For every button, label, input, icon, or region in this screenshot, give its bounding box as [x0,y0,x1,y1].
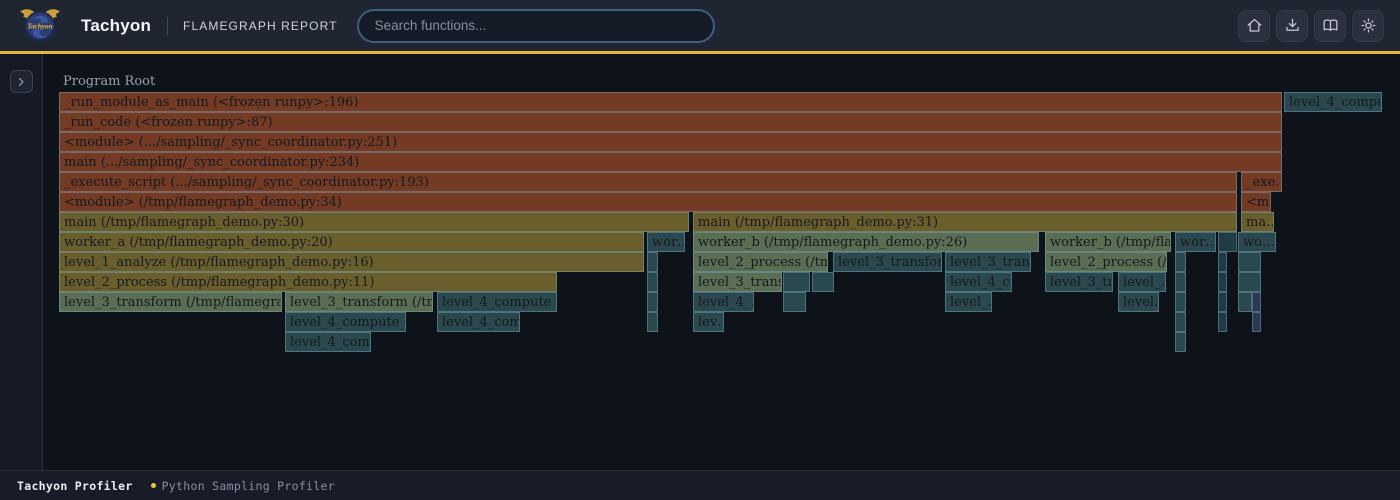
flame-bar[interactable]: wor… [1175,232,1216,252]
flame-bar[interactable] [1218,272,1227,292]
svg-text:Tachyon: Tachyon [27,22,52,30]
flame-bar[interactable]: _execute_script (.../sampling/_sync_coor… [59,172,1237,192]
flame-bar[interactable] [1218,252,1227,272]
docs-button[interactable] [1314,10,1346,42]
flame-bar[interactable] [1175,252,1186,272]
flame-bar[interactable]: _run_module_as_main (<frozen runpy>:196) [59,92,1282,112]
flame-bar[interactable]: worker_a (/tmp/flamegraph_demo.py:20) [59,232,644,252]
flame-bar[interactable] [783,272,810,292]
flame-bar[interactable]: level_4_com… [285,332,371,352]
flame-bar[interactable]: _run_code (<frozen runpy>:87) [59,112,1282,132]
flame-bar[interactable]: level_… [1118,272,1166,292]
flame-bar[interactable]: level_4_comput… [1284,92,1382,112]
header: Tachyon Tachyon FLAMEGRAPH REPORT [0,0,1400,54]
flame-bar[interactable]: level_… [945,292,992,312]
flame-bar[interactable]: <module> (.../sampling/_sync_coordinator… [59,132,1282,152]
flame-bar[interactable] [1218,312,1227,332]
flame-bar[interactable]: level_4_… [693,292,754,312]
flame-bar[interactable]: wor… [647,232,685,252]
flame-bar[interactable]: main (.../sampling/_sync_coordinator.py:… [59,152,1282,172]
flame-bar[interactable] [1175,272,1186,292]
flame-bar[interactable]: level_2_process (/tmp/fla… [693,252,828,272]
flame-bar[interactable] [1238,292,1252,312]
flame-bar[interactable]: level_3_trans… [945,252,1031,272]
brightness-icon [1359,16,1378,35]
flame-bar[interactable]: level_4_com… [437,312,520,332]
flame-bar[interactable] [647,292,658,312]
flame-bar[interactable]: lev… [693,312,724,332]
flame-bar[interactable]: worker_b (/tmp/flame… [1045,232,1171,252]
app-root: Tachyon Tachyon FLAMEGRAPH REPORT [0,0,1400,500]
flame-bar[interactable]: main (/tmp/flamegraph_demo.py:31) [693,212,1237,232]
flame-bar[interactable] [1218,232,1237,252]
sidebar [0,54,43,470]
flame-bar[interactable]: level_4_compute (/t… [437,292,557,312]
flame-bar[interactable]: level_3_transform (/tmp/fl… [285,292,433,312]
chevron-right-icon [15,76,27,88]
main-area: Program Root _run_module_as_main (<froze… [0,54,1400,470]
flame-bar[interactable]: level_3_transform… [833,252,942,272]
flame-bar[interactable]: _exe… [1241,172,1282,192]
flame-bar[interactable]: wo… [1238,232,1276,252]
download-button[interactable] [1276,10,1308,42]
flame-bar[interactable]: <module> (/tmp/flamegraph_demo.py:34) [59,192,1237,212]
flamegraph-canvas[interactable]: Program Root _run_module_as_main (<froze… [43,54,1400,470]
report-type-label: FLAMEGRAPH REPORT [183,19,338,33]
flame-bar[interactable] [1218,292,1227,312]
status-subtitle: Python Sampling Profiler [162,479,335,493]
flame-bar[interactable] [783,292,806,312]
header-divider [167,17,168,35]
app-title: Tachyon [81,16,151,36]
status-bar: Tachyon Profiler Python Sampling Profile… [0,470,1400,500]
header-actions [1238,10,1384,42]
search-input[interactable] [357,9,715,43]
theme-button[interactable] [1352,10,1384,42]
flame-bar[interactable] [1238,272,1261,292]
flame-bar[interactable]: level_2_process (/tm… [1045,252,1167,272]
flame-bar[interactable]: ma… [1241,212,1274,232]
flame-root-label[interactable]: Program Root [59,72,155,92]
status-dot-icon [151,483,156,488]
flame-bar[interactable]: level… [1118,292,1159,312]
flame-bar[interactable] [1175,312,1186,332]
status-app-name: Tachyon Profiler [17,479,133,493]
flame-bar[interactable]: <m… [1241,192,1271,212]
flame-bar[interactable] [647,272,658,292]
flame-bar[interactable]: level_2_process (/tmp/flamegraph_demo.py… [59,272,557,292]
home-icon [1245,16,1264,35]
book-icon [1321,16,1340,35]
flame-bar[interactable] [812,272,834,292]
flame-bar[interactable] [647,312,658,332]
flame-bar[interactable] [1175,292,1186,312]
flame-bar[interactable] [1252,312,1261,332]
flame-bar[interactable] [647,252,658,272]
flame-bar[interactable] [1238,252,1261,272]
download-icon [1283,16,1302,35]
flame-bar[interactable]: level_1_analyze (/tmp/flamegraph_demo.py… [59,252,644,272]
flame-bar[interactable]: level_4_compute (/t… [285,312,406,332]
flame-bar[interactable] [1252,292,1261,312]
flame-bar[interactable] [1175,332,1186,352]
flame-bar[interactable]: level_4_c… [945,272,1012,292]
sidebar-expand-button[interactable] [10,70,33,93]
tachyon-logo-icon: Tachyon [18,5,62,47]
home-button[interactable] [1238,10,1270,42]
flame-bar[interactable]: level_3_tr… [1045,272,1113,292]
flame-bar[interactable]: level_3_transform (/tmp/flamegraph_dem… [59,292,282,312]
flame-bar[interactable]: worker_b (/tmp/flamegraph_demo.py:26) [693,232,1039,252]
flame-bar[interactable]: level_3_transf… [693,272,782,292]
flame-bar[interactable]: main (/tmp/flamegraph_demo.py:30) [59,212,689,232]
